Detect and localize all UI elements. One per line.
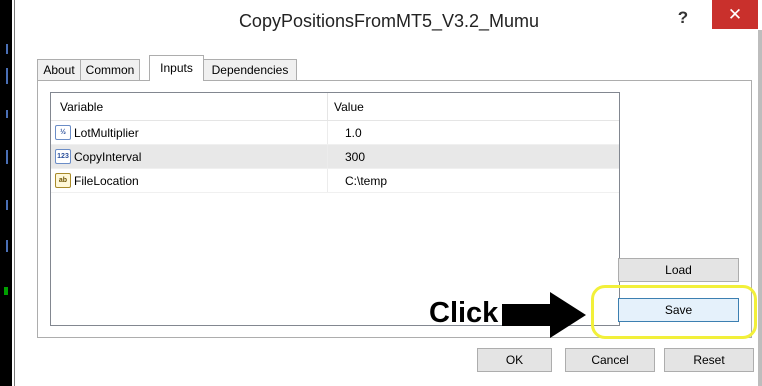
load-button[interactable]: Load [618, 258, 739, 282]
variable-name: LotMultiplier [74, 126, 139, 140]
table-row[interactable]: ab FileLocation C:\temp [51, 169, 619, 193]
tab-inputs[interactable]: Inputs [149, 55, 204, 81]
column-header-value[interactable]: Value [334, 100, 364, 114]
ok-button[interactable]: OK [477, 348, 552, 372]
window-title: CopyPositionsFromMT5_V3.2_Mumu [238, 11, 540, 31]
click-annotation-label: Click [429, 297, 499, 329]
tab-common[interactable]: Common [80, 59, 140, 80]
tab-about[interactable]: About [37, 59, 81, 80]
arrow-right-icon [502, 292, 586, 338]
title-bar[interactable]: CopyPositionsFromMT5_V3.2_Mumu ? ✕ [15, 0, 762, 42]
variable-value[interactable]: 300 [345, 150, 365, 164]
string-type-icon: ab [55, 173, 71, 188]
variable-name: FileLocation [74, 174, 139, 188]
close-button[interactable]: ✕ [712, 0, 758, 29]
variable-value[interactable]: 1.0 [345, 126, 362, 140]
variable-name: CopyInterval [74, 150, 142, 164]
grid-header: Variable Value [51, 93, 619, 121]
cancel-button[interactable]: Cancel [565, 348, 655, 372]
integer-type-icon: 123 [55, 149, 71, 164]
variable-value[interactable]: C:\temp [345, 174, 387, 188]
window-edge [758, 30, 762, 386]
fraction-type-icon: ½ [55, 125, 71, 140]
table-row[interactable]: 123 CopyInterval 300 [51, 145, 619, 169]
help-button[interactable]: ? [671, 6, 695, 30]
column-header-variable[interactable]: Variable [60, 100, 103, 114]
inputs-grid[interactable]: Variable Value ½ LotMultiplier 1.0 123 C… [50, 92, 620, 326]
tab-dependencies[interactable]: Dependencies [203, 59, 297, 80]
close-icon: ✕ [727, 5, 743, 24]
table-row[interactable]: ½ LotMultiplier 1.0 [51, 121, 619, 145]
background-chart-strip [0, 0, 12, 386]
save-highlight-circle [591, 285, 757, 339]
reset-button[interactable]: Reset [664, 348, 754, 372]
